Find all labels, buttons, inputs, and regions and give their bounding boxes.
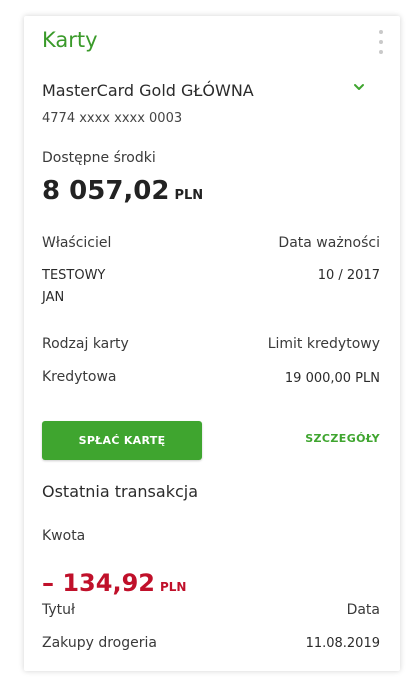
- vertical-dots-icon[interactable]: [378, 30, 384, 54]
- available-funds-label: Dostępne środki: [42, 150, 156, 166]
- expiry-value: 10 / 2017: [317, 268, 380, 283]
- transaction-title-label: Tytuł: [42, 602, 75, 618]
- card-number: 4774 xxxx xxxx 0003: [42, 111, 183, 126]
- transaction-amount: – 134,92 PLN: [42, 569, 186, 597]
- chevron-down-icon[interactable]: [352, 80, 366, 94]
- credit-limit-label: Limit kredytowy: [267, 336, 380, 352]
- details-link[interactable]: SZCZEGÓŁY: [305, 432, 380, 445]
- available-funds-amount: 8 057,02 PLN: [42, 176, 203, 206]
- transaction-amount-label: Kwota: [42, 528, 86, 544]
- transaction-amount-value: – 134,92: [42, 569, 155, 597]
- transaction-date-label: Data: [346, 602, 380, 618]
- credit-limit-value: 19 000,00 PLN: [284, 371, 380, 386]
- available-funds-value: 8 057,02: [42, 176, 170, 206]
- card-type-value: Kredytowa: [42, 369, 117, 385]
- widget-title: Karty: [42, 28, 98, 52]
- cards-widget: Karty MasterCard Gold GŁÓWNA 4774 xxxx x…: [24, 16, 400, 671]
- transaction-amount-currency: PLN: [159, 580, 187, 594]
- pay-card-button[interactable]: SPŁAĆ KARTĘ: [42, 421, 202, 460]
- expiry-label: Data ważności: [278, 235, 380, 251]
- transaction-date-value: 11.08.2019: [305, 636, 380, 651]
- transaction-title-value: Zakupy drogeria: [42, 635, 157, 651]
- available-funds-currency: PLN: [174, 188, 204, 203]
- owner-name-line2: JAN: [42, 290, 65, 305]
- card-type-label: Rodzaj karty: [42, 336, 129, 352]
- owner-label: Właściciel: [42, 235, 112, 251]
- card-name[interactable]: MasterCard Gold GŁÓWNA: [42, 81, 254, 100]
- owner-name-line1: TESTOWY: [42, 268, 106, 283]
- last-transaction-title: Ostatnia transakcja: [42, 482, 199, 501]
